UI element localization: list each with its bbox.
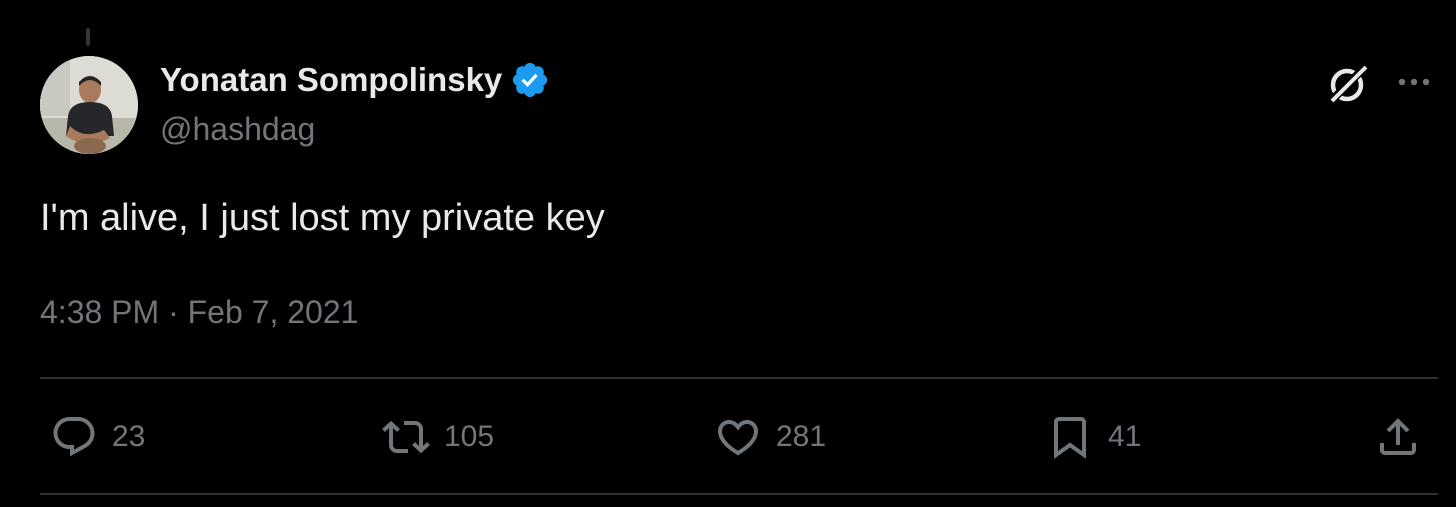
bookmark-count: 41 [1108,420,1142,453]
reply-count: 23 [112,420,146,453]
author-name-text[interactable]: Yonatan Sompolinsky [160,61,502,99]
retweet-count: 105 [444,420,495,453]
author-handle[interactable]: @hashdag [160,111,315,148]
share-icon [1380,418,1416,455]
retweet-icon [382,420,430,454]
bookmark-button[interactable]: 41 [1046,412,1141,462]
avatar[interactable] [40,56,138,154]
like-count: 281 [776,420,827,453]
divider [40,377,1438,379]
author-name[interactable]: Yonatan Sompolinsky [160,60,550,100]
grok-icon[interactable] [1326,60,1372,106]
retweet-button[interactable]: 105 [382,412,494,462]
reply-icon [53,417,95,457]
share-button[interactable] [1374,412,1422,462]
heart-icon [717,420,759,456]
like-button[interactable]: 281 [714,412,826,462]
bookmark-icon [1054,417,1086,459]
tweet-text: I'm alive, I just lost my private key [40,197,605,239]
divider [40,493,1438,495]
more-icon[interactable] [1392,64,1436,100]
reply-button[interactable]: 23 [50,412,145,462]
thread-connector-line [86,28,90,46]
avatar-photo [40,56,138,154]
tweet-timestamp[interactable]: 4:38 PM · Feb 7, 2021 [40,294,358,331]
verified-badge-icon[interactable] [510,60,550,100]
